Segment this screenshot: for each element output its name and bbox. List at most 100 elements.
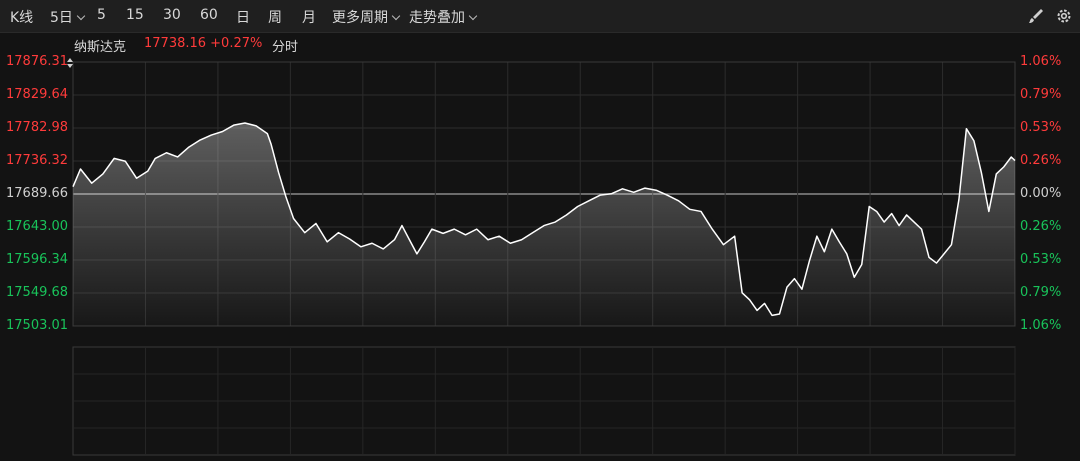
price-point	[348, 238, 350, 240]
price-point	[90, 182, 92, 184]
price-point	[883, 221, 885, 223]
price-point	[337, 231, 339, 233]
price-point	[801, 288, 803, 290]
price-point	[210, 134, 212, 136]
price-point	[487, 239, 489, 241]
price-point	[393, 239, 395, 241]
price-point	[360, 246, 362, 248]
price-point	[980, 171, 982, 173]
price-point	[633, 191, 635, 193]
price-point	[816, 235, 818, 237]
price-point	[532, 231, 534, 233]
price-point	[741, 292, 743, 294]
price-point	[958, 198, 960, 200]
price-point	[464, 234, 466, 236]
price-point	[898, 224, 900, 226]
price-point	[270, 143, 272, 145]
price-point	[748, 299, 750, 301]
price-point	[846, 253, 848, 255]
price-point	[786, 286, 788, 288]
price-point	[935, 262, 937, 264]
price-point	[277, 171, 279, 173]
price-point	[778, 313, 780, 315]
price-point	[244, 122, 246, 124]
price-point	[266, 132, 268, 134]
price-point	[401, 224, 403, 226]
price-point	[79, 168, 81, 170]
price-point	[823, 251, 825, 253]
price-point	[554, 221, 556, 223]
price-point	[304, 231, 306, 233]
price-point	[408, 239, 410, 241]
price-point	[756, 309, 758, 311]
price-point	[905, 214, 907, 216]
price-point	[808, 260, 810, 262]
price-point	[920, 228, 922, 230]
price-point	[700, 210, 702, 212]
price-point	[72, 185, 74, 187]
price-point	[965, 127, 967, 129]
price-point	[255, 125, 257, 127]
price-point	[113, 157, 115, 159]
price-point	[722, 243, 724, 245]
price-point	[853, 276, 855, 278]
price-point	[382, 248, 384, 250]
price-point	[315, 222, 317, 224]
price-point	[154, 157, 156, 159]
price-point	[509, 242, 511, 244]
price-point	[176, 156, 178, 158]
price-point	[588, 200, 590, 202]
price-point	[763, 302, 765, 304]
price-point	[913, 221, 915, 223]
price-point	[950, 243, 952, 245]
price-point	[147, 170, 149, 172]
axis-drag-icon[interactable]	[67, 58, 73, 68]
price-point	[973, 140, 975, 142]
price-point	[644, 187, 646, 189]
price-point	[831, 228, 833, 230]
volume-panel	[72, 346, 1016, 456]
price-point	[476, 228, 478, 230]
price-point	[689, 208, 691, 210]
price-point	[733, 235, 735, 237]
price-point	[890, 212, 892, 214]
price-point	[666, 194, 668, 196]
price-point	[711, 228, 713, 230]
price-point	[1010, 156, 1012, 158]
price-point	[565, 214, 567, 216]
price-point	[453, 228, 455, 230]
price-point	[988, 210, 990, 212]
price-point	[423, 241, 425, 243]
price-point	[793, 277, 795, 279]
price-point	[498, 235, 500, 237]
price-point	[135, 177, 137, 179]
price-point	[188, 146, 190, 148]
price-point	[124, 160, 126, 162]
price-point	[431, 228, 433, 230]
price-point	[875, 210, 877, 212]
price-point	[1014, 159, 1016, 161]
price-point	[165, 152, 167, 154]
price-point	[102, 173, 104, 175]
price-point	[326, 241, 328, 243]
price-point	[1003, 166, 1005, 168]
price-point	[199, 139, 201, 141]
price-point	[599, 194, 601, 196]
price-point	[771, 314, 773, 316]
price-point	[543, 224, 545, 226]
intraday-chart[interactable]	[0, 0, 1080, 461]
price-point	[520, 239, 522, 241]
price-point	[576, 205, 578, 207]
price-point	[868, 205, 870, 207]
price-point	[371, 242, 373, 244]
price-point	[655, 189, 657, 191]
price-point	[838, 241, 840, 243]
price-point	[861, 263, 863, 265]
price-point	[928, 256, 930, 258]
price-point	[285, 196, 287, 198]
price-point	[221, 130, 223, 132]
price-point	[943, 253, 945, 255]
price-point	[442, 232, 444, 234]
price-point	[416, 253, 418, 255]
price-point	[995, 173, 997, 175]
